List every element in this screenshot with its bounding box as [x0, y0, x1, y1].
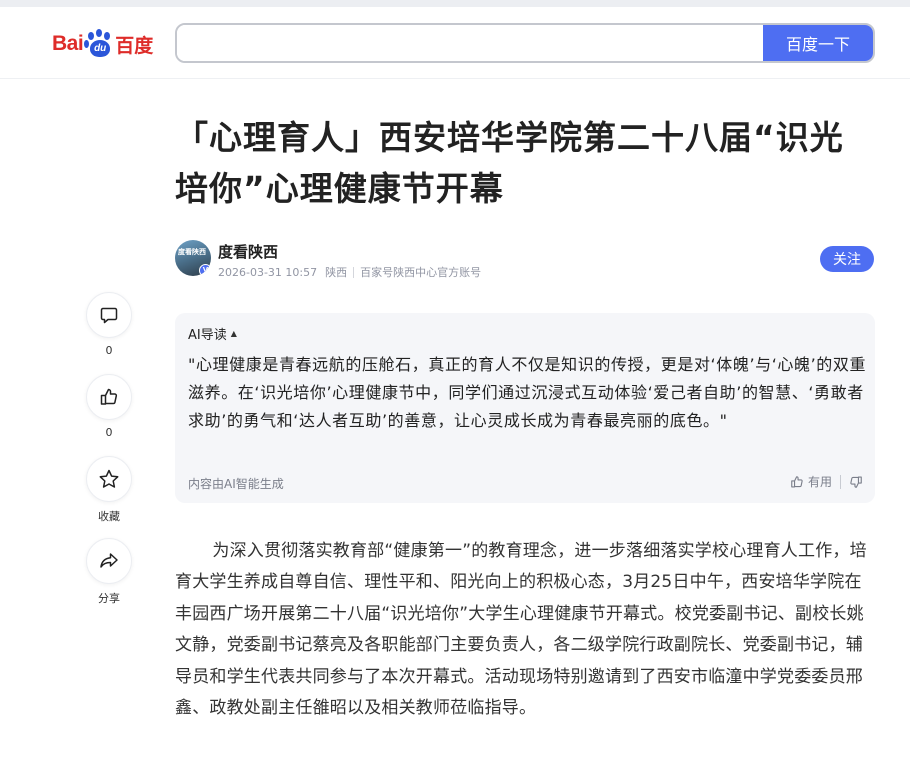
search-input[interactable] [177, 25, 763, 61]
search-button[interactable]: 百度一下 [763, 25, 873, 61]
like-button[interactable] [86, 374, 132, 420]
logo-du-text: du [90, 40, 111, 57]
thumbs-down-icon[interactable] [849, 475, 863, 489]
article-title: 「心理育人」西安培华学院第二十八届“识光培你”心理健康节开幕 [175, 118, 844, 208]
like-action[interactable]: 0 [85, 374, 133, 439]
comment-button[interactable] [86, 292, 132, 338]
comment-action[interactable]: 0 [85, 292, 133, 357]
useful-label: 有用 [807, 475, 832, 489]
comment-icon [100, 307, 118, 324]
favorite-label: 收藏 [98, 510, 120, 523]
caret-up-icon: ▲ [230, 329, 237, 338]
star-icon [99, 469, 119, 488]
comment-count: 0 [105, 344, 113, 357]
avatar-text: 度看陕西 [178, 248, 206, 256]
ai-summary-heading: AI导读 [188, 328, 227, 343]
ai-summary-footer: 内容由AI智能生成 [188, 477, 284, 491]
author-name[interactable]: 度看陕西 [218, 241, 278, 262]
browser-tab-strip [0, 0, 910, 7]
logo-cn-text: 百度 [115, 35, 154, 57]
publish-datetime: 2026-03-31 10:57 [218, 265, 318, 279]
author-avatar[interactable]: 度看陕西 V [175, 240, 211, 276]
ai-summary-text: "心理健康是青春远航的压舱石，真正的育人不仅是知识的传授，更是对‘体魄’与‘心魄… [188, 355, 867, 430]
baidu-logo[interactable]: Bai du 百度 [52, 29, 153, 59]
verified-badge-icon: V [199, 264, 211, 276]
search-box: 百度一下 [175, 23, 875, 63]
feedback-divider [840, 474, 841, 489]
thumbs-up-icon [100, 388, 118, 405]
useful-button[interactable]: 有用 [790, 473, 832, 490]
favorite-action[interactable]: 收藏 [85, 456, 133, 524]
meta-divider [353, 266, 355, 278]
like-count: 0 [105, 426, 113, 439]
logo-bai-text: Bai [52, 32, 84, 55]
account-description: 百家号陕西中心官方账号 [360, 266, 482, 279]
favorite-button[interactable] [86, 456, 132, 502]
ai-feedback: 有用 [790, 473, 863, 490]
follow-button[interactable]: 关注 [820, 246, 874, 272]
share-button[interactable] [86, 538, 132, 584]
publish-location: 陕西 [325, 266, 348, 279]
share-icon [100, 553, 118, 568]
share-action[interactable]: 分享 [85, 538, 133, 606]
ai-summary-box: AI导读 ▲ "心理健康是青春远航的压舱石，真正的育人不仅是知识的传授，更是对‘… [175, 313, 875, 503]
thumbs-up-icon [791, 475, 803, 487]
paw-icon: du [84, 29, 114, 59]
author-meta: 2026-03-31 10:57 陕西 百家号陕西中心官方账号 [218, 264, 481, 280]
article-paragraph: 为深入贯彻落实教育部“健康第一”的教育理念，进一步落细落实学校心理育人工作，培育… [175, 541, 867, 719]
ai-summary-toggle[interactable]: AI导读 ▲ [188, 324, 237, 343]
share-label: 分享 [98, 592, 120, 605]
top-header: Bai du 百度 百度一下 [0, 7, 910, 79]
